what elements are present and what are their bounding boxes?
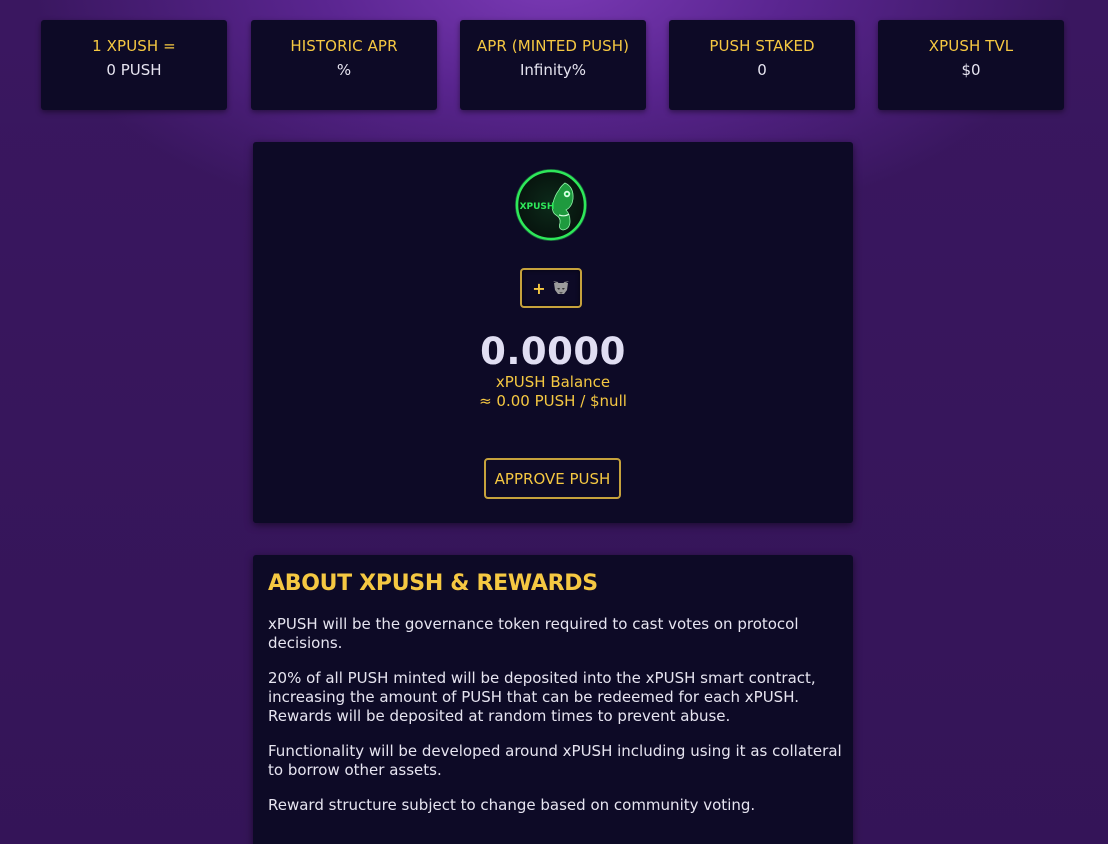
stat-label: APR (MINTED PUSH) [476,37,630,55]
stat-label: 1 XPUSH = [92,37,176,55]
about-card: ABOUT XPUSH & REWARDS xPUSH will be the … [253,555,853,844]
metamask-fox-icon [552,281,569,294]
add-token-to-wallet-button[interactable]: + [520,268,582,308]
stats-row: 1 XPUSH = 0 PUSH HISTORIC APR % APR (MIN… [41,20,1064,110]
stat-card-apr-minted: APR (MINTED PUSH) Infinity% [460,20,646,110]
stat-value: % [336,61,352,79]
xpush-balance-push-value: ≈ 0.00 PUSH / $null [479,392,627,410]
svg-text:XPUSH: XPUSH [520,202,555,212]
stat-value: Infinity% [519,61,587,79]
balance-card: XPUSH + 0.0000 xPUSH Balance ≈ 0.00 PUSH… [253,142,853,523]
stat-value: $0 [961,61,981,79]
xpush-balance-label: xPUSH Balance [495,373,611,391]
about-paragraph: xPUSH will be the governance token requi… [268,615,799,652]
stat-label: PUSH STAKED [709,37,815,55]
stat-label: XPUSH TVL [928,37,1014,55]
about-paragraph: Reward structure subject to change based… [268,796,756,814]
stat-label: HISTORIC APR [290,37,398,55]
stat-card-historic-apr: HISTORIC APR % [251,20,437,110]
stat-value: 0 [757,61,767,79]
stat-card-xpush-tvl: XPUSH TVL $0 [878,20,1064,110]
about-body: xPUSH will be the governance token requi… [268,615,848,831]
stat-value: 0 PUSH [106,61,162,79]
plus-icon: + [532,278,546,298]
about-paragraph: 20% of all PUSH minted will be deposited… [268,669,816,725]
stat-card-xpush-rate: 1 XPUSH = 0 PUSH [41,20,227,110]
about-paragraph: Functionality will be developed around x… [268,742,842,779]
about-title: ABOUT XPUSH & REWARDS [268,571,598,596]
xpush-balance-amount: 0.0000 [480,330,626,373]
approve-push-button[interactable]: APPROVE PUSH [484,458,621,499]
xpush-logo-icon: XPUSH [515,169,587,241]
stat-card-push-staked: PUSH STAKED 0 [669,20,855,110]
